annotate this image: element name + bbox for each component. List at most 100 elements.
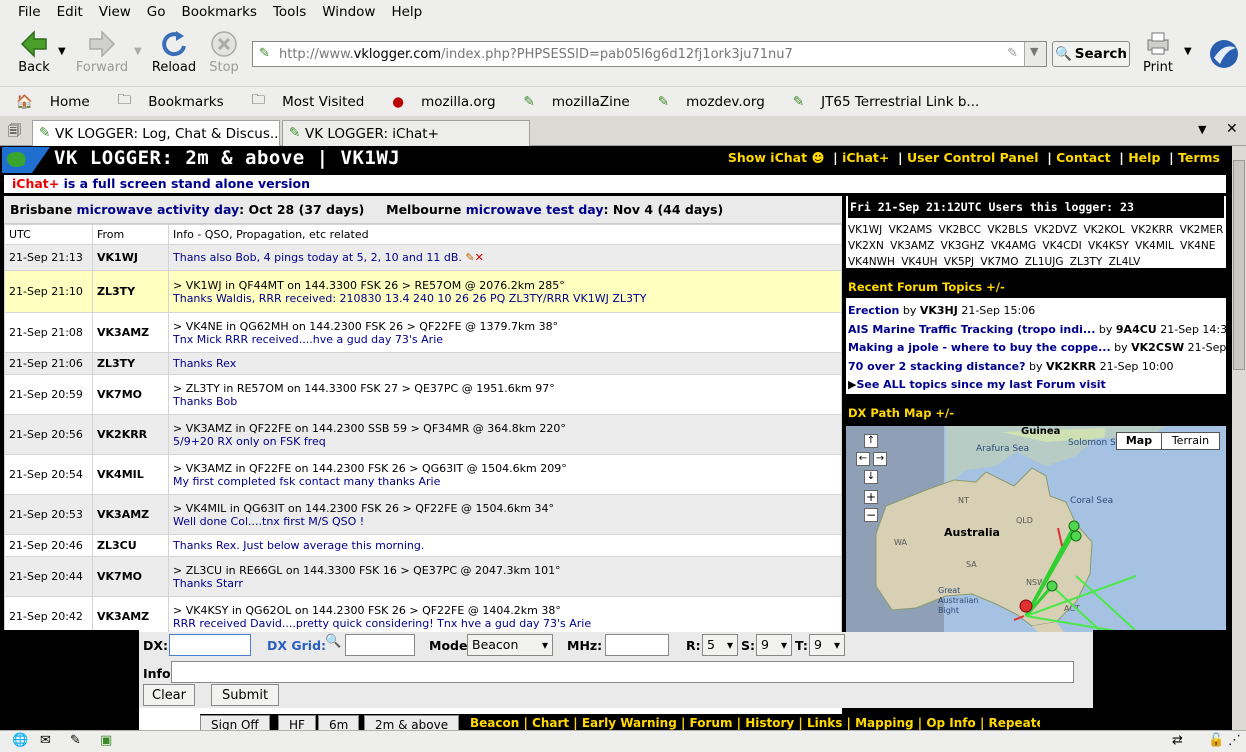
dx-grid-label[interactable]: DX Grid: <box>267 638 326 653</box>
map-title[interactable]: DX Path Map +/- <box>846 402 1226 424</box>
mhz-input[interactable] <box>605 634 669 656</box>
grid-search-icon[interactable]: 🔍 <box>325 634 341 649</box>
report-r-select[interactable]: 5 <box>702 634 738 656</box>
page-icon: ✎ <box>523 93 535 110</box>
composer-icon[interactable]: ✎ <box>70 733 81 748</box>
back-button[interactable]: Back <box>6 28 62 75</box>
close-tab-icon[interactable]: ✕ <box>1226 121 1238 137</box>
menu-file[interactable]: File <box>10 4 49 20</box>
dx-callsign-input[interactable] <box>169 634 251 656</box>
pan-right-button[interactable]: → <box>873 452 887 466</box>
scrollbar-thumb[interactable] <box>1233 160 1245 370</box>
bookmark-jt65[interactable]: ✎ JT65 Terrestrial Link b... <box>793 94 993 110</box>
back-history-dropdown[interactable]: ▼ <box>58 46 66 57</box>
contact-link[interactable]: Contact <box>1056 150 1110 165</box>
browser-logo-icon <box>1210 40 1238 68</box>
search-button[interactable]: 🔍 Search <box>1052 41 1130 67</box>
terms-link[interactable]: Terms <box>1178 150 1220 165</box>
forum-topic: 70 over 2 stacking distance? by VK2KRR 2… <box>848 359 1174 373</box>
addressbook-icon[interactable]: ▣ <box>100 733 112 748</box>
bookmark-home[interactable]: 🏠 Home <box>16 94 104 110</box>
pan-down-button[interactable]: ↓ <box>864 470 878 484</box>
melbourne-test-link[interactable]: microwave test day <box>466 202 604 217</box>
hf-tab[interactable]: HF <box>278 715 316 730</box>
report-s-select[interactable]: 9 <box>756 634 792 656</box>
stop-button[interactable]: Stop <box>196 28 252 75</box>
submit-button[interactable]: Submit <box>211 684 279 706</box>
users-box: Fri 21-Sep 21:12UTC Users this logger: 2… <box>846 196 1226 268</box>
url-bar[interactable]: ✎ http://www. vklogger.com/index.php?PHPS… <box>252 41 1047 67</box>
page-icon: ✎ <box>657 93 670 110</box>
print-button[interactable]: Print <box>1130 28 1186 75</box>
post-form: DX: DX Grid: 🔍 Mode: Beacon MHz: R: 5 S:… <box>139 632 1093 708</box>
reload-button[interactable]: Reload <box>146 28 202 75</box>
status-bar: 🌐 ✉ ✎ ▣ ⇄ 🔓 ⋰ <box>0 730 1246 752</box>
menu-tools[interactable]: Tools <box>265 4 314 20</box>
bookmark-star-icon[interactable]: ✎ <box>1007 46 1018 61</box>
table-header-row: UTC From Info - QSO, Propagation, etc re… <box>4 224 842 245</box>
forum-topic: Erection by VK3HJ 21-Sep 15:06 <box>848 304 1036 317</box>
page-icon: ✎ <box>39 125 51 141</box>
brisbane-activity-link[interactable]: microwave activity day <box>77 202 240 217</box>
zoom-in-button[interactable]: + <box>864 490 878 504</box>
bookmark-mozdev[interactable]: ✎ mozdev.org <box>658 94 779 110</box>
info-input[interactable] <box>171 661 1074 683</box>
user-control-panel-link[interactable]: User Control Panel <box>907 150 1039 165</box>
zoom-out-button[interactable]: − <box>864 508 878 522</box>
menu-go[interactable]: Go <box>139 4 174 20</box>
page-icon: ✎ <box>792 93 805 110</box>
page-icon: ✎ <box>289 125 301 141</box>
report-t-select[interactable]: 9 <box>809 634 845 656</box>
map-type-map-button[interactable]: Map <box>1117 433 1162 449</box>
menu-edit[interactable]: Edit <box>49 4 91 20</box>
map-type-terrain-button[interactable]: Terrain <box>1162 433 1219 449</box>
delete-icon[interactable]: ✕ <box>475 251 484 264</box>
mail-icon[interactable]: ✉ <box>40 733 51 748</box>
menu-window[interactable]: Window <box>314 4 383 20</box>
mozilla-icon: ● <box>392 93 405 110</box>
2m-above-tab[interactable]: 2m & above <box>364 715 460 730</box>
ichat-plus-banner-link[interactable]: iChat+ <box>12 176 59 191</box>
forward-history-dropdown[interactable]: ▼ <box>134 46 142 57</box>
bookmark-most-visited[interactable]: 🗀 Most Visited <box>252 90 379 113</box>
pan-left-button[interactable]: ← <box>856 452 870 466</box>
reload-icon <box>162 31 186 57</box>
forward-button[interactable]: Forward <box>74 28 130 75</box>
dx-path-map[interactable]: Guinea Arafura Sea Solomon Sea Coral Sea… <box>846 426 1226 636</box>
mode-select[interactable]: Beacon <box>467 634 553 656</box>
sign-off-tab[interactable]: Sign Off <box>200 715 270 730</box>
tab-vk-logger-ichat[interactable]: ✎ VK LOGGER: iChat+ <box>282 120 530 146</box>
menu-bookmarks[interactable]: Bookmarks <box>174 4 265 20</box>
6m-tab[interactable]: 6m <box>318 715 360 730</box>
tab-list-icon[interactable]: 🗐 <box>8 122 21 144</box>
bottom-links[interactable]: Beacon | Chart | Early Warning | Forum |… <box>470 716 1040 730</box>
resize-grip-icon[interactable]: ⋰ <box>1228 733 1241 748</box>
page-scrollbar[interactable] <box>1232 146 1246 730</box>
menu-view[interactable]: View <box>91 4 139 20</box>
table-row: 21-Sep 20:44 VK7MO > ZL3CU in RE66GL on … <box>4 556 842 597</box>
forum-title[interactable]: Recent Forum Topics +/- <box>846 276 1226 298</box>
help-link[interactable]: Help <box>1128 150 1160 165</box>
form-left-margin <box>0 630 139 730</box>
bookmark-mozilla[interactable]: ● mozilla.org <box>392 94 509 110</box>
ichat-plus-link[interactable]: iChat+ <box>842 150 889 165</box>
print-dropdown[interactable]: ▼ <box>1184 46 1192 57</box>
table-row: 21-Sep 20:56 VK2KRR > VK3AMZ in QF22FE o… <box>4 414 842 455</box>
tab-vk-logger-log[interactable]: ✎ VK LOGGER: Log, Chat & Discus... <box>32 120 280 146</box>
menu-help[interactable]: Help <box>383 4 430 20</box>
dx-grid-input[interactable] <box>345 634 415 656</box>
smiley-icon: ☻ <box>811 150 825 165</box>
edit-icon[interactable]: ✎ <box>465 251 474 264</box>
clear-button[interactable]: Clear <box>143 684 195 706</box>
page-title: VK LOGGER: 2m & above | VK1WJ <box>54 147 401 169</box>
users-title: Fri 21-Sep 21:12UTC Users this logger: 2… <box>848 196 1224 218</box>
pan-up-button[interactable]: ↑ <box>864 434 878 448</box>
printer-icon <box>1147 32 1169 55</box>
show-ichat-link[interactable]: Show iChat <box>728 150 807 165</box>
bookmark-bookmarks[interactable]: 🗀 Bookmarks <box>118 90 238 113</box>
url-history-dropdown[interactable]: ▼ <box>1024 42 1046 66</box>
tab-overflow-icon[interactable]: ▼ <box>1198 123 1206 136</box>
bookmark-mozillazine[interactable]: ✎ mozillaZine <box>524 94 644 110</box>
users-list[interactable]: VK1WJ VK2AMS VK2BCC VK2BLS VK2DVZ VK2KOL… <box>848 222 1224 270</box>
navigation-toolbar: Back ▼ Forward ▼ Reload Stop ✎ http://ww… <box>0 24 1246 86</box>
